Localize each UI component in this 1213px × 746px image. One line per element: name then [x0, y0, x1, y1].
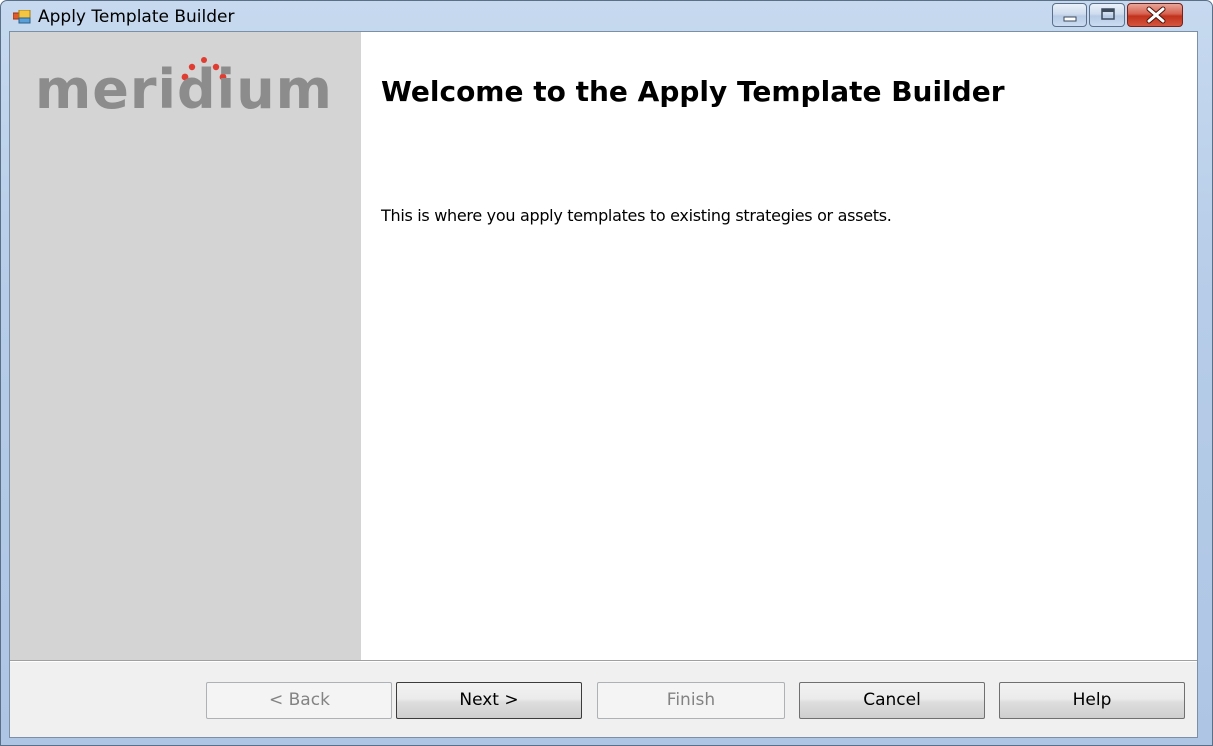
sidebar-panel: meridium	[10, 32, 361, 660]
wizard-content-panel: Welcome to the Apply Template Builder Th…	[361, 32, 1197, 660]
finish-button[interactable]: Finish	[597, 682, 785, 719]
apply-template-builder-window: Apply Template Builder meridium Welcome …	[0, 0, 1213, 746]
wizard-client-area: meridium Welcome to the Apply Template B…	[9, 31, 1198, 738]
logo-text: meridium	[35, 58, 333, 121]
title-bar[interactable]: Apply Template Builder	[1, 1, 1212, 31]
close-button[interactable]	[1127, 3, 1183, 27]
cancel-button[interactable]: Cancel	[799, 682, 985, 719]
meridium-logo: meridium	[35, 50, 355, 130]
window-title: Apply Template Builder	[38, 7, 235, 27]
maximize-icon	[1101, 8, 1115, 20]
app-icon	[13, 10, 31, 24]
footer-divider-highlight	[10, 661, 1197, 662]
minimize-button[interactable]	[1052, 3, 1087, 27]
back-button[interactable]: < Back	[206, 682, 392, 719]
close-icon	[1146, 6, 1166, 24]
maximize-button[interactable]	[1089, 3, 1125, 27]
back-button-label: < Back	[269, 690, 330, 710]
help-button[interactable]: Help	[999, 682, 1185, 719]
page-description: This is where you apply templates to exi…	[381, 206, 892, 225]
next-button[interactable]: Next >	[396, 682, 582, 719]
minimize-icon	[1063, 16, 1077, 22]
page-title: Welcome to the Apply Template Builder	[381, 75, 1005, 108]
